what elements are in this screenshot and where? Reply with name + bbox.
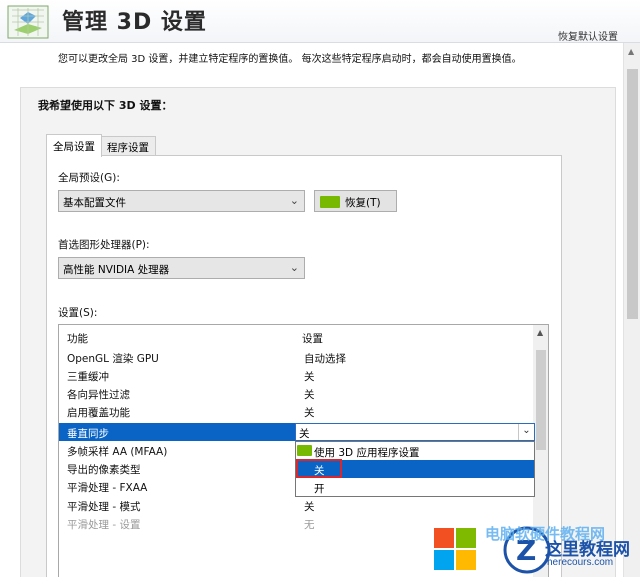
list-item[interactable]: 平滑处理 - 模式 关 <box>59 496 533 514</box>
row-value: 关 <box>304 501 315 513</box>
restore-button-label: 恢复(T) <box>345 197 381 209</box>
list-item[interactable]: 各向异性过滤 关 <box>59 384 533 402</box>
list-header: 功能 设置 <box>59 325 533 347</box>
scrollbar-thumb[interactable] <box>627 69 638 319</box>
row-value: 关 <box>304 407 315 419</box>
scroll-up-icon[interactable]: ▲ <box>628 47 634 56</box>
tab-program-settings[interactable]: 程序设置 <box>100 136 156 156</box>
watermark-url: herecours.com <box>547 557 614 568</box>
row-value: 关 <box>304 389 315 401</box>
page-description: 您可以更改全局 3D 设置，并建立特定程序的置换值。 每次这些特定程序启动时，都… <box>58 54 522 65</box>
chevron-down-icon: ⌄ <box>289 261 299 274</box>
vsync-value-combo[interactable]: 关 ⌄ <box>295 423 535 441</box>
dropdown-option-on[interactable]: 开 <box>296 478 534 496</box>
chevron-down-icon: ⌄ <box>289 194 299 207</box>
row-feature: 各向异性过滤 <box>67 389 130 401</box>
list-item[interactable]: 三重缓冲 关 <box>59 366 533 384</box>
3d-cube-icon <box>7 5 49 39</box>
row-feature: 导出的像素类型 <box>67 464 141 476</box>
row-feature: 平滑处理 - FXAA <box>67 482 148 494</box>
preferred-gpu-value: 高性能 NVIDIA 处理器 <box>63 264 170 276</box>
global-preset-label: 全局预设(G): <box>58 172 120 184</box>
preferred-gpu-label: 首选图形处理器(P): <box>58 239 150 251</box>
highlight-annotation-box <box>296 459 342 478</box>
row-feature: 多帧采样 AA (MFAA) <box>67 446 168 458</box>
column-setting-header: 设置 <box>302 333 323 345</box>
chevron-down-icon[interactable]: ⌄ <box>518 424 534 440</box>
list-item[interactable]: 启用覆盖功能 关 <box>59 402 533 420</box>
global-preset-select[interactable]: 基本配置文件 ⌄ <box>58 190 305 212</box>
row-value: 关 <box>304 371 315 383</box>
vsync-current-value: 关 <box>299 428 310 440</box>
section-title: 我希望使用以下 3D 设置： <box>38 99 173 112</box>
row-value: 无 <box>304 519 315 531</box>
nvidia-icon <box>297 445 312 456</box>
list-item[interactable]: OpenGL 渲染 GPU 自动选择 <box>59 348 533 366</box>
restore-defaults-link[interactable]: 恢复默认设置 <box>558 28 618 43</box>
settings-label: 设置(S): <box>58 307 98 319</box>
nvidia-icon <box>320 196 340 208</box>
row-feature: 启用覆盖功能 <box>67 407 130 419</box>
row-feature: 三重缓冲 <box>67 371 109 383</box>
row-feature: 平滑处理 - 设置 <box>67 519 141 531</box>
row-value: 自动选择 <box>304 353 346 365</box>
header-bar: 管理 3D 设置 恢复默认设置 <box>0 0 640 43</box>
column-feature-header: 功能 <box>67 333 88 345</box>
global-preset-value: 基本配置文件 <box>63 197 126 209</box>
tab-global-settings[interactable]: 全局设置 <box>46 134 102 157</box>
preferred-gpu-select[interactable]: 高性能 NVIDIA 处理器 ⌄ <box>58 257 305 279</box>
page-scrollbar[interactable]: ▲ <box>623 43 640 577</box>
row-feature: OpenGL 渲染 GPU <box>67 353 159 365</box>
restore-button[interactable]: 恢复(T) <box>314 190 397 212</box>
dropdown-option-use-app-setting[interactable]: 使用 3D 应用程序设置 <box>296 442 534 460</box>
list-scrollbar-thumb[interactable] <box>536 350 546 450</box>
scroll-up-icon[interactable]: ▲ <box>537 328 543 337</box>
page-title: 管理 3D 设置 <box>62 10 207 35</box>
row-feature: 垂直同步 <box>67 428 109 440</box>
row-feature: 平滑处理 - 模式 <box>67 501 141 513</box>
